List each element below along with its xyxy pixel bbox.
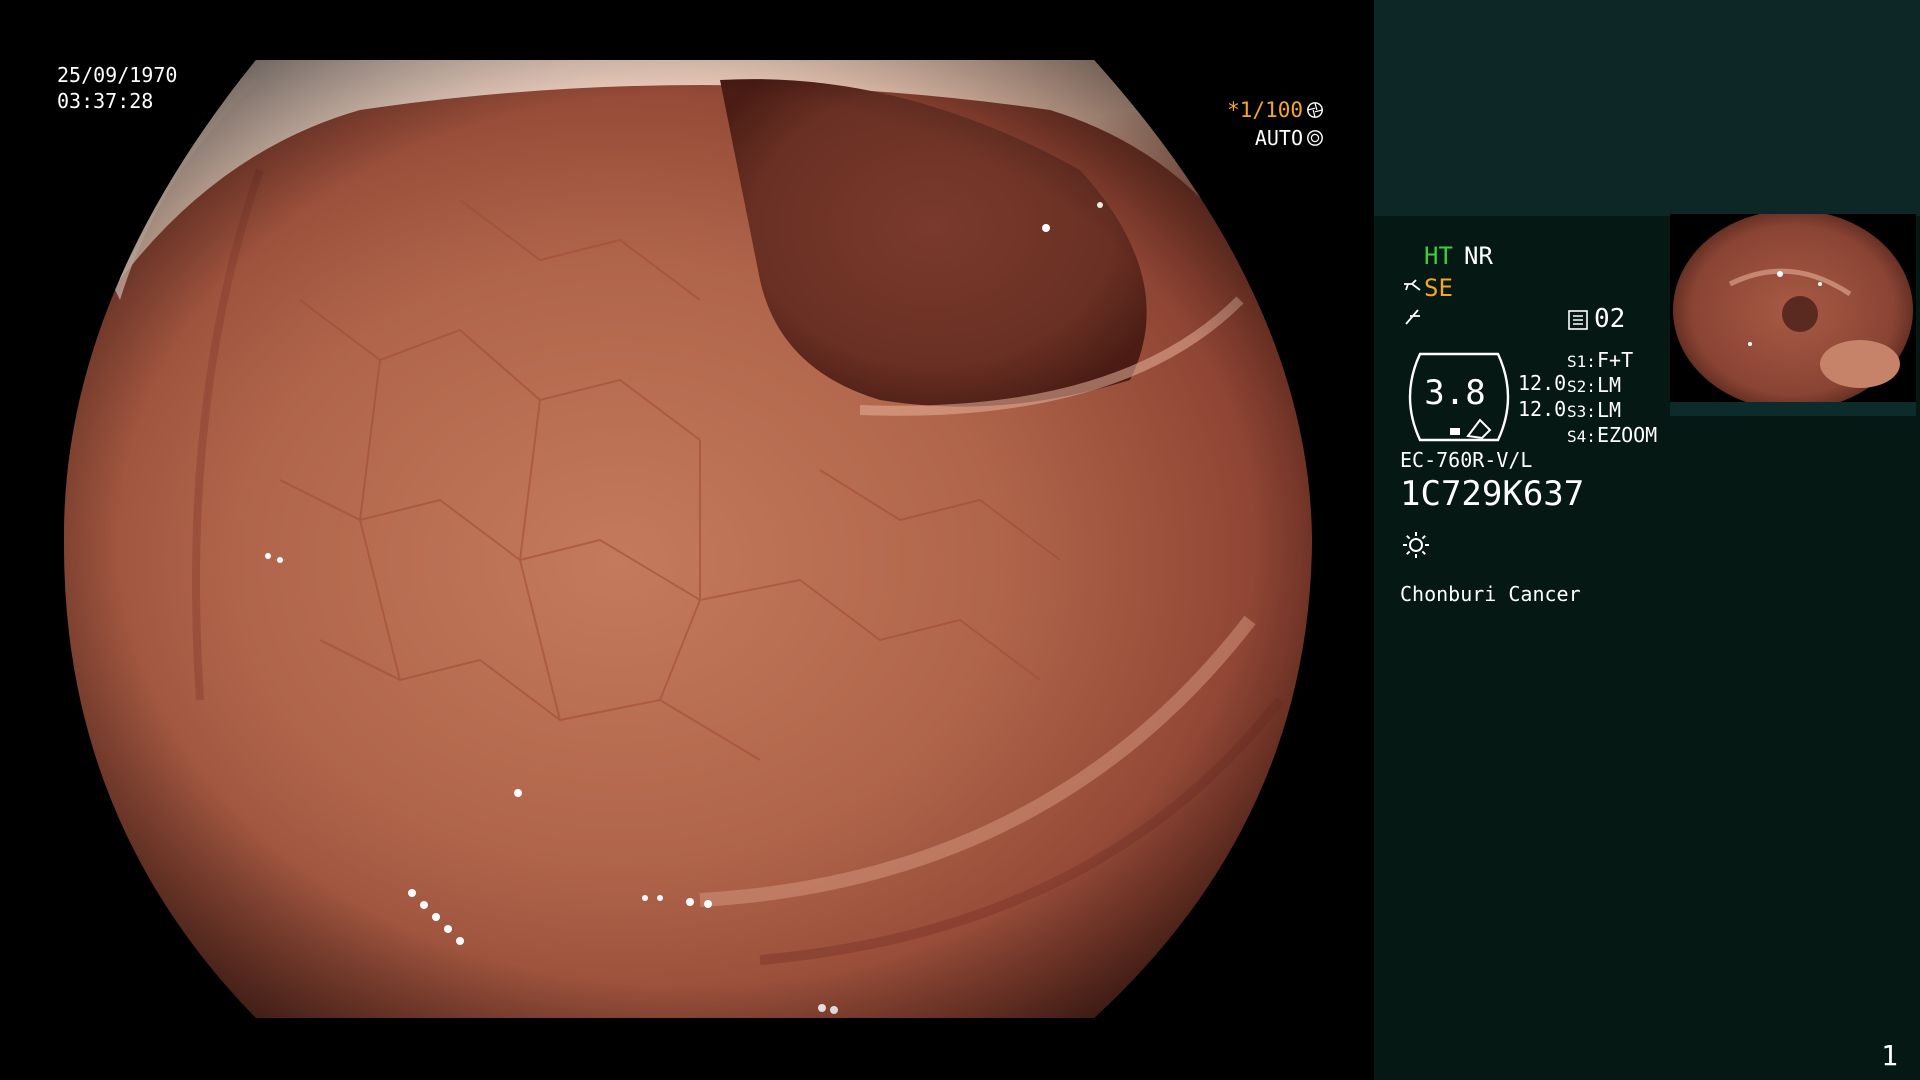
switch-key: S1: [1567, 352, 1596, 371]
iris-icon [1307, 130, 1323, 146]
flex-icon [1405, 309, 1420, 325]
scope-serial: 1C729K637 [1400, 474, 1585, 514]
iris-mode: AUTO [1254, 126, 1303, 150]
switch-value: F+T [1597, 348, 1634, 372]
ht-indicator: HT [1424, 242, 1453, 270]
nr-indicator: NR [1464, 242, 1493, 270]
info-top-block [1374, 0, 1920, 216]
se-indicator: SE [1424, 274, 1453, 302]
switch-key: S3: [1567, 402, 1596, 421]
gauge-value: 3.8 [1424, 373, 1486, 413]
se-icon [1404, 279, 1421, 291]
switch-value: LM [1597, 398, 1622, 422]
thumbnail-image [1673, 214, 1913, 410]
light-icon [1403, 532, 1429, 558]
switch-s2: S2: LM [1567, 373, 1621, 397]
switch-key: S4: [1567, 427, 1596, 446]
gauge-side-top: 12.0 [1518, 371, 1567, 395]
page-number: 1 [1881, 1039, 1898, 1072]
memory-icon [1568, 310, 1588, 330]
thumbnail-status-strip [1670, 402, 1916, 416]
time-readout: 03:37:28 [57, 89, 154, 113]
thumbnail-preview [1670, 214, 1916, 414]
gauge-side-bottom: 12.0 [1518, 397, 1567, 421]
hospital-name: Chonburi Cancer [1400, 582, 1581, 606]
switch-s1: S1: F+T [1567, 348, 1633, 372]
shutter-icon [1307, 102, 1323, 118]
switch-s3: S3: LM [1567, 398, 1621, 422]
switch-value: EZOOM [1597, 423, 1658, 447]
iris-readout: AUTO [1255, 126, 1324, 150]
switch-key: S2: [1567, 377, 1596, 396]
memory-slot: 02 [1594, 304, 1626, 334]
info-panel: HT NR SE 02 3.8 12.0 12.0 S1: F+T S2: LM… [1374, 0, 1920, 1080]
switch-s4: S4: EZOOM [1567, 423, 1657, 447]
shutter-readout: *1/100 [1227, 98, 1324, 122]
scope-model: EC-760R-V/L [1400, 448, 1533, 472]
date-readout: 25/09/1970 [57, 63, 178, 87]
endoscope-view: 25/09/1970 03:37:28 *1/100 AUTO [0, 0, 1374, 1080]
shutter-value: *1/100 [1227, 98, 1303, 122]
endoscope-image [63, 60, 1312, 1018]
switch-value: LM [1597, 373, 1622, 397]
